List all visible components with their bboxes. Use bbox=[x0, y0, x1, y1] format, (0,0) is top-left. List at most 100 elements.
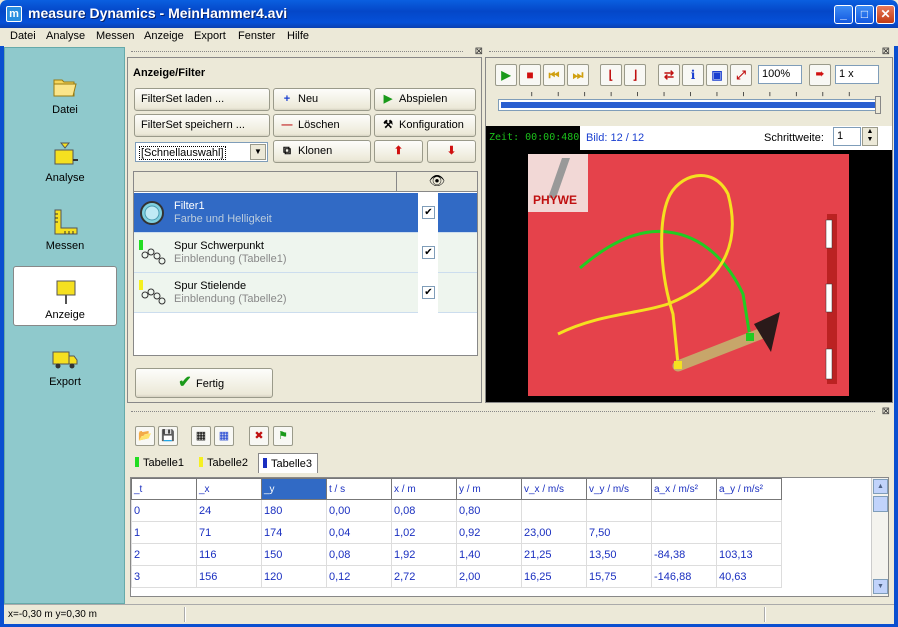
table-cell[interactable] bbox=[716, 499, 782, 522]
table-cell[interactable]: -84,38 bbox=[651, 543, 717, 566]
column-header[interactable]: x / m bbox=[391, 478, 457, 500]
table-cell[interactable]: 0,12 bbox=[326, 565, 392, 588]
table-icon[interactable]: ▦ bbox=[191, 426, 211, 446]
mark-start-icon[interactable]: ⌊ bbox=[600, 64, 622, 86]
table-cell[interactable]: 1,40 bbox=[456, 543, 522, 566]
table-cell[interactable] bbox=[651, 499, 717, 522]
maximize-button[interactable]: □ bbox=[855, 5, 874, 24]
table-row[interactable]: 1 71 174 0,04 1,02 0,92 23,00 7,50 bbox=[131, 521, 782, 544]
table-add-icon[interactable]: ▦ bbox=[214, 426, 234, 446]
reverse-icon[interactable]: ⇄ bbox=[658, 64, 680, 86]
minimize-button[interactable]: _ bbox=[834, 5, 853, 24]
tab-tabelle2[interactable]: Tabelle2 bbox=[195, 453, 257, 473]
table-row[interactable]: 3 156 120 0,12 2,72 2,00 16,25 15,75 -146,88 40,6… bbox=[131, 565, 782, 588]
table-cell[interactable]: 150 bbox=[261, 543, 327, 566]
done-button[interactable]: ✔ Fertig bbox=[135, 368, 273, 398]
table-cell[interactable]: 0,00 bbox=[326, 499, 392, 522]
column-header[interactable]: _y bbox=[261, 478, 327, 500]
table-cell[interactable]: 0,04 bbox=[326, 521, 392, 544]
table-cell[interactable]: 3 bbox=[131, 565, 197, 588]
quick-select-dropdown[interactable]: [Schnellauswahl] ▼ bbox=[135, 142, 268, 162]
top-splitter[interactable]: ⊠ ⊠ bbox=[127, 46, 893, 57]
tab-tabelle3[interactable]: Tabelle3 bbox=[258, 453, 318, 473]
image-icon[interactable]: ▣ bbox=[706, 64, 728, 86]
timeline-thumb[interactable] bbox=[875, 96, 881, 114]
table-cell[interactable]: 15,75 bbox=[586, 565, 652, 588]
info-icon[interactable]: i bbox=[682, 64, 704, 86]
visibility-checkbox[interactable]: ✔ bbox=[422, 246, 435, 259]
filter-row-filter1[interactable]: Filter1 Farbe und Helligkeit ✔ bbox=[134, 193, 477, 233]
table-cell[interactable]: 21,25 bbox=[521, 543, 587, 566]
menu-datei[interactable]: Datei bbox=[10, 30, 36, 42]
table-row[interactable]: 2 116 150 0,08 1,92 1,40 21,25 13,50 -84,38 103,1… bbox=[131, 543, 782, 566]
table-cell[interactable]: 180 bbox=[261, 499, 327, 522]
filter-row-spur-schwerpunkt[interactable]: Spur Schwerpunkt Einblendung (Tabelle1) … bbox=[134, 233, 477, 273]
nav-messen[interactable]: Messen bbox=[13, 198, 117, 258]
skip-end-icon[interactable]: ⏭ bbox=[567, 64, 589, 86]
table-cell[interactable]: -146,88 bbox=[651, 565, 717, 588]
table-cell[interactable]: 23,00 bbox=[521, 521, 587, 544]
move-down-button[interactable]: ⬇ bbox=[427, 140, 476, 163]
nav-export[interactable]: Export bbox=[13, 334, 117, 394]
column-header[interactable]: a_x / m/s² bbox=[651, 478, 717, 500]
menu-export[interactable]: Export bbox=[194, 30, 226, 42]
table-cell[interactable] bbox=[716, 521, 782, 544]
table-cell[interactable]: 0 bbox=[131, 499, 197, 522]
table-cell[interactable] bbox=[586, 499, 652, 522]
menu-analyse[interactable]: Analyse bbox=[46, 30, 85, 42]
play-button[interactable]: ▶ Abspielen bbox=[374, 88, 476, 111]
timeline-slider[interactable] bbox=[498, 99, 878, 111]
nav-analyse[interactable]: Analyse bbox=[13, 130, 117, 190]
table-cell[interactable] bbox=[651, 521, 717, 544]
column-header[interactable]: _t bbox=[131, 478, 197, 500]
table-cell[interactable]: 2,00 bbox=[456, 565, 522, 588]
video-frame[interactable]: PHYWE bbox=[528, 154, 849, 396]
table-delete-icon[interactable]: ✖ bbox=[249, 426, 269, 446]
menu-fenster[interactable]: Fenster bbox=[238, 30, 275, 42]
table-cell[interactable]: 0,08 bbox=[326, 543, 392, 566]
chevron-down-icon[interactable]: ▼ bbox=[250, 144, 266, 160]
filter-row-spur-stielende[interactable]: Spur Stielende Einblendung (Tabelle2) ✔ bbox=[134, 273, 477, 313]
step-spinner[interactable]: ▲ ▼ bbox=[862, 127, 878, 146]
table-cell[interactable]: 71 bbox=[196, 521, 262, 544]
skip-start-icon[interactable]: ⏮ bbox=[543, 64, 565, 86]
save-icon[interactable]: 💾 bbox=[158, 426, 178, 446]
vertical-scrollbar[interactable]: ▲ ▼ bbox=[871, 478, 888, 596]
table-row[interactable]: 0 24 180 0,00 0,08 0,80 bbox=[131, 499, 782, 522]
column-header[interactable]: v_x / m/s bbox=[521, 478, 587, 500]
resize-icon[interactable]: ⤢ bbox=[730, 64, 752, 86]
tab-tabelle1[interactable]: Tabelle1 bbox=[131, 453, 193, 473]
table-cell[interactable]: 116 bbox=[196, 543, 262, 566]
column-header[interactable]: t / s bbox=[326, 478, 392, 500]
table-cell[interactable]: 0,08 bbox=[391, 499, 457, 522]
mark-end-icon[interactable]: ⌋ bbox=[624, 64, 646, 86]
close-button[interactable]: ✕ bbox=[876, 5, 895, 24]
table-cell[interactable]: 13,50 bbox=[586, 543, 652, 566]
column-header[interactable]: v_y / m/s bbox=[586, 478, 652, 500]
close-video-pane-icon[interactable]: ⊠ bbox=[882, 46, 890, 57]
scroll-up-icon[interactable]: ▲ bbox=[873, 479, 888, 494]
step-input[interactable]: 1 bbox=[833, 127, 861, 146]
table-export-icon[interactable]: ⚑ bbox=[273, 426, 293, 446]
table-cell[interactable]: 0,92 bbox=[456, 521, 522, 544]
column-header[interactable]: y / m bbox=[456, 478, 522, 500]
play-icon[interactable]: ▶ bbox=[495, 64, 517, 86]
configuration-button[interactable]: ⚒ Konfiguration bbox=[374, 114, 476, 137]
menu-messen[interactable]: Messen bbox=[96, 30, 135, 42]
filterset-save-button[interactable]: FilterSet speichern ... bbox=[134, 114, 270, 137]
filterset-load-button[interactable]: FilterSet laden ... bbox=[134, 88, 270, 111]
nav-datei[interactable]: Datei bbox=[13, 62, 117, 122]
table-cell[interactable]: 2,72 bbox=[391, 565, 457, 588]
table-cell[interactable] bbox=[521, 499, 587, 522]
table-cell[interactable]: 24 bbox=[196, 499, 262, 522]
middle-splitter[interactable]: ⊠ bbox=[127, 406, 893, 417]
table-cell[interactable]: 120 bbox=[261, 565, 327, 588]
scroll-thumb[interactable] bbox=[873, 496, 888, 512]
table-cell[interactable]: 40,63 bbox=[716, 565, 782, 588]
scroll-down-icon[interactable]: ▼ bbox=[873, 579, 888, 594]
move-up-button[interactable]: ⬆ bbox=[374, 140, 423, 163]
table-cell[interactable]: 0,80 bbox=[456, 499, 522, 522]
clone-filter-button[interactable]: ⧉ Klonen bbox=[273, 140, 371, 163]
table-cell[interactable]: 2 bbox=[131, 543, 197, 566]
speed-icon[interactable]: ➠ bbox=[809, 64, 831, 86]
